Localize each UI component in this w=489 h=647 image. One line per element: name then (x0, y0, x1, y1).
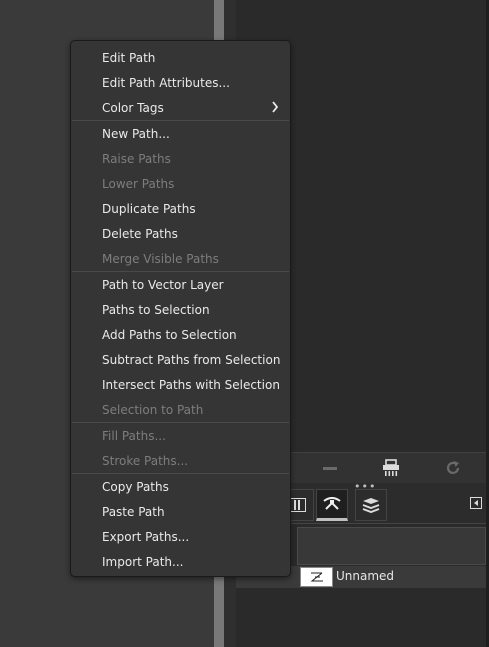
minus-icon (323, 466, 337, 470)
menu-item-label: Add Paths to Selection (102, 327, 237, 342)
menu-item-label: Selection to Path (102, 402, 204, 417)
menu-item-add-paths-to-selection[interactable]: Add Paths to Selection (72, 322, 289, 347)
menu-item-label: Import Path... (102, 554, 184, 569)
path-preview-icon (310, 572, 323, 582)
menu-item-label: Color Tags (102, 100, 164, 115)
menu-item-subtract-paths-from-selection[interactable]: Subtract Paths from Selection (72, 347, 289, 372)
menu-item-label: Export Paths... (102, 529, 190, 544)
menu-item-label: Path to Vector Layer (102, 277, 224, 292)
menu-item-copy-paths[interactable]: Copy Paths (72, 474, 289, 499)
refresh-button[interactable] (437, 453, 469, 483)
menu-item-label: Delete Paths (102, 226, 178, 241)
menu-item-label: Paste Path (102, 504, 165, 519)
menu-item-lower-paths[interactable]: Lower Paths (72, 171, 289, 196)
menu-item-export-paths[interactable]: Export Paths... (72, 524, 289, 549)
delete-path-button[interactable] (314, 453, 346, 483)
menu-item-label: Raise Paths (102, 151, 171, 166)
chevron-right-icon (272, 101, 279, 113)
menu-item-paste-path[interactable]: Paste Path (72, 499, 289, 524)
shredder-icon (383, 459, 399, 476)
menu-item-label: Intersect Paths with Selection (102, 377, 280, 392)
refresh-icon (446, 461, 460, 474)
path-thumbnail[interactable] (300, 567, 333, 587)
menu-item-label: Edit Path (102, 50, 156, 65)
menu-item-label: Lower Paths (102, 176, 175, 191)
menu-item-label: Edit Path Attributes... (102, 75, 230, 90)
menu-item-label: Stroke Paths... (102, 453, 189, 468)
layers-icon (362, 498, 380, 513)
menu-item-path-to-vector-layer[interactable]: Path to Vector Layer (72, 272, 289, 297)
menu-item-label: Subtract Paths from Selection (102, 352, 281, 367)
tab-layers[interactable] (355, 489, 387, 521)
tab-paths[interactable] (316, 489, 348, 521)
menu-item-label: Paths to Selection (102, 302, 210, 317)
channels-icon (289, 498, 306, 512)
menu-item-fill-paths[interactable]: Fill Paths... (72, 423, 289, 448)
menu-item-label: New Path... (102, 126, 170, 141)
menu-item-edit-path-attributes[interactable]: Edit Path Attributes... (72, 70, 289, 95)
menu-item-paths-to-selection[interactable]: Paths to Selection (72, 297, 289, 322)
menu-item-label: Duplicate Paths (102, 201, 196, 216)
shredder-button[interactable] (375, 453, 407, 483)
paths-context-menu: Edit Path Edit Path Attributes... Color … (70, 40, 291, 577)
dock-menu-button[interactable] (469, 496, 483, 510)
menu-item-stroke-paths[interactable]: Stroke Paths... (72, 448, 289, 473)
menu-item-import-path[interactable]: Import Path... (72, 549, 289, 574)
menu-item-label: Merge Visible Paths (102, 251, 219, 266)
menu-item-edit-path[interactable]: Edit Path (72, 45, 289, 70)
paths-icon (323, 497, 341, 510)
menu-item-label: Fill Paths... (102, 428, 166, 443)
menu-item-selection-to-path[interactable]: Selection to Path (72, 397, 289, 422)
paths-list-header (297, 527, 486, 565)
dock-menu-icon (470, 497, 482, 509)
menu-item-raise-paths[interactable]: Raise Paths (72, 146, 289, 171)
path-name[interactable]: Unnamed (336, 569, 394, 583)
menu-item-delete-paths[interactable]: Delete Paths (72, 221, 289, 246)
menu-item-label: Copy Paths (102, 479, 169, 494)
menu-item-color-tags[interactable]: Color Tags (72, 95, 289, 120)
menu-item-new-path[interactable]: New Path... (72, 121, 289, 146)
menu-item-merge-visible-paths[interactable]: Merge Visible Paths (72, 246, 289, 271)
menu-item-duplicate-paths[interactable]: Duplicate Paths (72, 196, 289, 221)
menu-item-intersect-paths-with-selection[interactable]: Intersect Paths with Selection (72, 372, 289, 397)
